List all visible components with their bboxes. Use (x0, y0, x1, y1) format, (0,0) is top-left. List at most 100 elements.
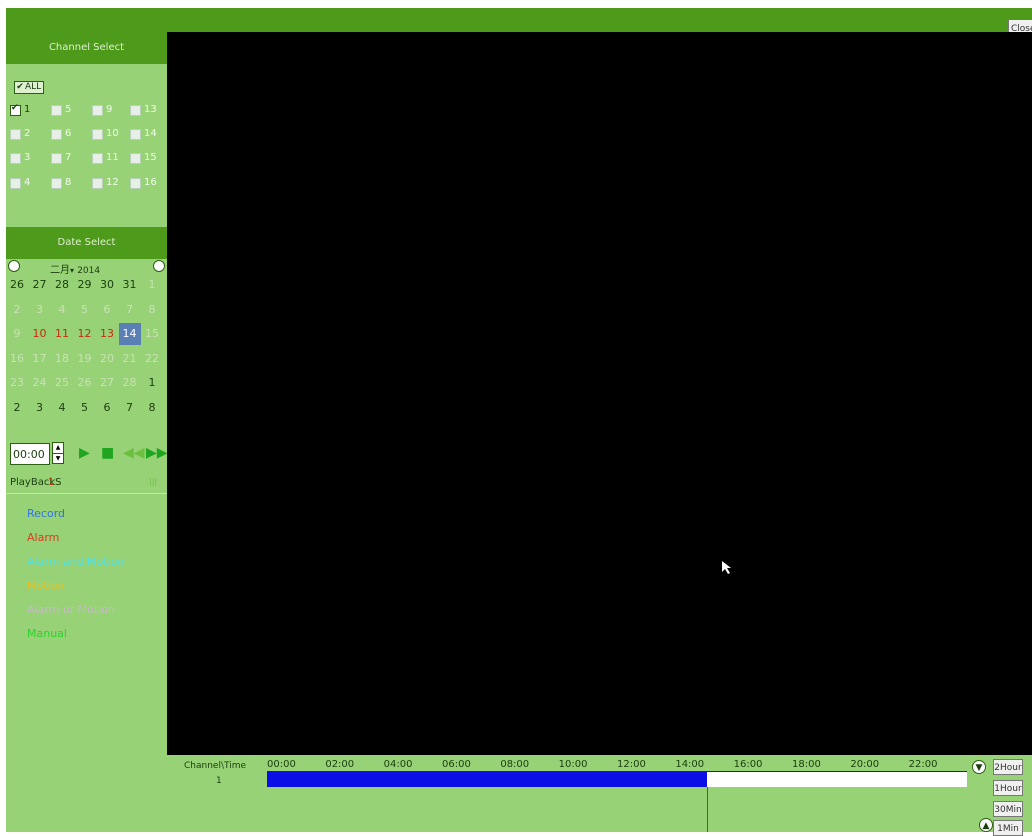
start-time-input[interactable]: 00:00 (10, 443, 50, 465)
calendar-day[interactable]: 28 (119, 372, 141, 394)
calendar-day[interactable]: 14 (118, 323, 141, 346)
channel-label: 5 (65, 104, 72, 115)
timeline-hour-label: 08:00 (500, 759, 530, 770)
calendar-day[interactable]: 31 (119, 274, 141, 296)
calendar-day[interactable]: 13 (96, 323, 118, 345)
calendar-day[interactable]: 1 (141, 372, 163, 394)
calendar-day[interactable]: 3 (29, 299, 51, 321)
calendar-day[interactable]: 11 (51, 323, 73, 345)
calendar-day[interactable]: 8 (141, 299, 163, 321)
scroll-up-icon[interactable]: ▲ (979, 818, 993, 832)
playback-speed-value: 1 (48, 477, 55, 488)
channel-checkbox-11[interactable] (92, 153, 103, 164)
calendar-day[interactable]: 15 (141, 323, 163, 345)
timeline-hour-label: 20:00 (850, 759, 880, 770)
title-bar (6, 8, 1032, 32)
timeline-hour-label: 16:00 (733, 759, 763, 770)
calendar-day[interactable]: 27 (29, 274, 51, 296)
channel-checkbox-7[interactable] (51, 153, 62, 164)
calendar-day[interactable]: 18 (51, 348, 73, 370)
scroll-down-icon[interactable]: ▼ (972, 760, 986, 774)
record-segment-bar[interactable] (267, 772, 708, 787)
zoom-button-1min[interactable]: 1Min (993, 820, 1023, 836)
channel-checkbox-3[interactable] (10, 153, 21, 164)
calendar-day[interactable]: 4 (51, 299, 73, 321)
time-spinner[interactable]: ▲ ▼ (52, 442, 64, 464)
channel-checkbox-12[interactable] (92, 178, 103, 189)
calendar-day[interactable]: 23 (6, 372, 28, 394)
legend-item: Alarm or Motion (27, 603, 115, 616)
timeline-header: Channel\Time (184, 761, 247, 771)
calendar-day[interactable]: 26 (74, 372, 96, 394)
calendar-day[interactable]: 2 (6, 299, 28, 321)
calendar-day[interactable]: 4 (51, 397, 73, 419)
calendar-day[interactable]: 9 (6, 323, 28, 345)
stop-icon[interactable]: ■ (101, 446, 114, 460)
calendar-day[interactable]: 21 (119, 348, 141, 370)
all-channels-checkbox[interactable]: ✔ALL (14, 81, 45, 94)
zoom-button-1hour[interactable]: 1Hour (993, 780, 1023, 796)
channel-checkbox-8[interactable] (51, 178, 62, 189)
unrecorded-segment-bar[interactable] (707, 772, 967, 787)
channel-checkbox-4[interactable] (10, 178, 21, 189)
rewind-icon[interactable]: ◀◀ (123, 446, 145, 460)
divider (6, 493, 167, 494)
calendar-day[interactable]: 22 (141, 348, 163, 370)
mouse-cursor-icon (722, 561, 731, 574)
timeline-hour-label: 10:00 (558, 759, 588, 770)
next-month-button[interactable] (153, 260, 165, 272)
calendar-day[interactable]: 3 (29, 397, 51, 419)
spin-down-icon[interactable]: ▼ (53, 454, 63, 464)
channel-checkbox-15[interactable] (130, 153, 141, 164)
channel-label: 4 (24, 177, 31, 188)
channel-checkbox-1[interactable] (10, 103, 21, 116)
play-icon[interactable]: ▶ (79, 446, 90, 460)
calendar-day[interactable]: 5 (74, 397, 96, 419)
calendar-day[interactable]: 24 (29, 372, 51, 394)
speed-slider-icon[interactable]: ||| (149, 477, 157, 486)
channel-label: 15 (144, 152, 157, 163)
channel-checkbox-14[interactable] (130, 129, 141, 140)
timeline-hour-label: 14:00 (675, 759, 705, 770)
calendar-day[interactable]: 25 (51, 372, 73, 394)
calendar-day[interactable]: 5 (74, 299, 96, 321)
all-label: ALL (25, 82, 42, 92)
calendar-day[interactable]: 19 (74, 348, 96, 370)
calendar-day[interactable]: 28 (51, 274, 73, 296)
calendar-day[interactable]: 8 (141, 397, 163, 419)
spin-up-icon[interactable]: ▲ (53, 443, 63, 454)
channel-checkbox-9[interactable] (92, 105, 103, 116)
prev-month-button[interactable] (8, 260, 20, 272)
calendar-day[interactable]: 26 (6, 274, 28, 296)
channel-checkbox-16[interactable] (130, 178, 141, 189)
channel-checkbox-13[interactable] (130, 105, 141, 116)
calendar-day[interactable]: 17 (29, 348, 51, 370)
calendar-day[interactable]: 27 (96, 372, 118, 394)
calendar-day[interactable]: 2 (6, 397, 28, 419)
channel-checkbox-6[interactable] (51, 129, 62, 140)
calendar-day[interactable]: 6 (96, 299, 118, 321)
fast-forward-icon[interactable]: ▶▶ (146, 446, 168, 460)
zoom-button-2hour[interactable]: 2Hour (993, 759, 1023, 775)
calendar-day[interactable]: 12 (74, 323, 96, 345)
calendar-day[interactable]: 7 (119, 299, 141, 321)
channel-label: 7 (65, 152, 72, 163)
calendar-day[interactable]: 1 (141, 274, 163, 296)
calendar-day[interactable]: 16 (6, 348, 28, 370)
calendar-day[interactable]: 10 (29, 323, 51, 345)
calendar-day[interactable]: 30 (96, 274, 118, 296)
calendar-day[interactable]: 6 (96, 397, 118, 419)
channel-checkbox-2[interactable] (10, 129, 21, 140)
timeline-hour-label: 00:00 (267, 759, 296, 770)
channel-label: 10 (106, 128, 119, 139)
channel-checkbox-10[interactable] (92, 129, 103, 140)
calendar-day[interactable]: 29 (74, 274, 96, 296)
calendar-day[interactable]: 20 (96, 348, 118, 370)
playback-position-marker[interactable] (707, 787, 709, 832)
channel-checkbox-5[interactable] (51, 105, 62, 116)
video-display[interactable] (167, 32, 1032, 755)
zoom-button-30min[interactable]: 30Min (993, 801, 1023, 817)
calendar-day[interactable]: 7 (119, 397, 141, 419)
timeline-hour-label: 04:00 (383, 759, 413, 770)
channel-label: 2 (24, 128, 31, 139)
